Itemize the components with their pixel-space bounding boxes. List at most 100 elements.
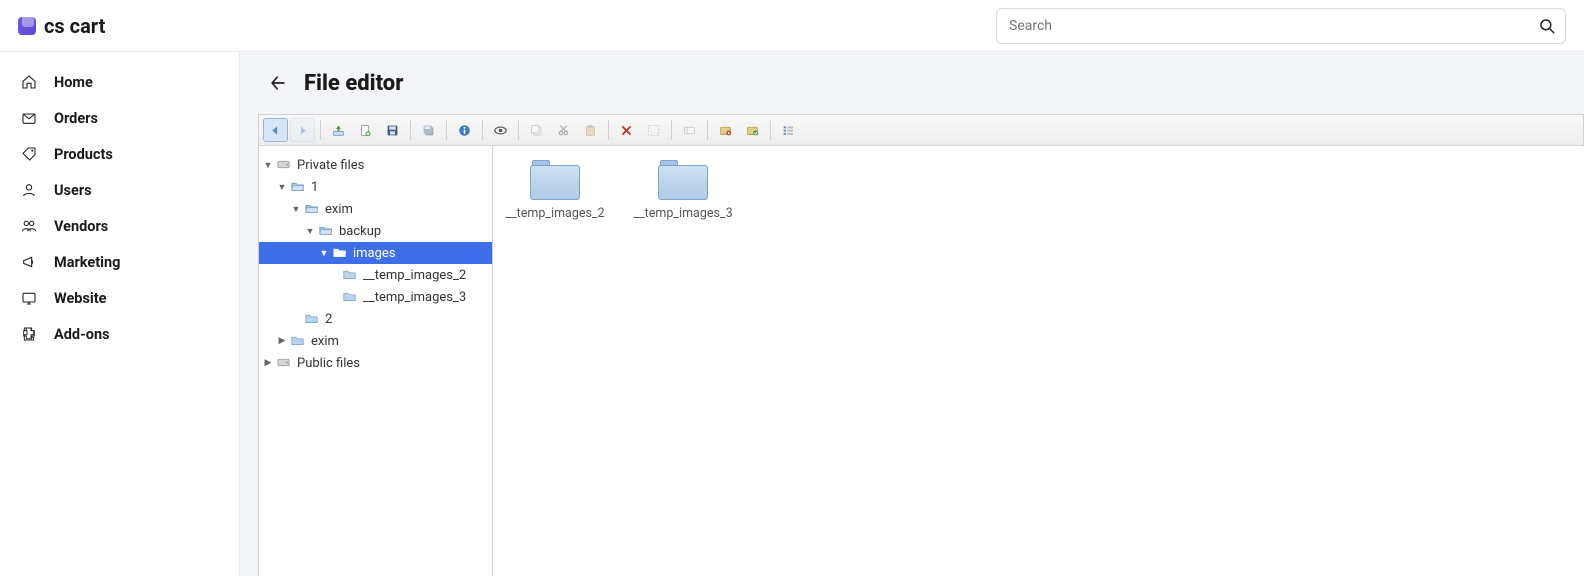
directory-tree[interactable]: ▼ Private files ▼ 1 ▼ exim: [259, 146, 493, 576]
tree-node-exim-2[interactable]: ▶ exim: [259, 330, 492, 352]
toolbar-separator: [410, 120, 411, 140]
folder-icon: [343, 290, 359, 304]
tree-node-backup[interactable]: ▼ backup: [259, 220, 492, 242]
chevron-down-icon[interactable]: ▼: [277, 182, 287, 192]
toolbar-separator: [770, 120, 771, 140]
nav-label: Website: [54, 290, 106, 307]
tree-spacer: [291, 314, 301, 324]
brand-name: cs cart: [44, 14, 105, 38]
global-search: [996, 8, 1566, 44]
tree-label: Private files: [297, 158, 364, 173]
folder-icon: [530, 160, 580, 200]
drive-icon: [277, 356, 293, 370]
folder-open-icon: [305, 202, 321, 216]
permissions-lock-button[interactable]: [713, 118, 738, 142]
tree-node-private-files[interactable]: ▼ Private files: [259, 154, 492, 176]
chevron-right-icon[interactable]: ▶: [263, 358, 273, 368]
tree-label: backup: [339, 224, 381, 239]
nav-products[interactable]: Products: [0, 136, 239, 172]
save-all-button: [416, 118, 441, 142]
tree-label: __temp_images_2: [363, 268, 466, 283]
tree-label: 1: [311, 180, 318, 195]
folder-name: __temp_images_3: [629, 206, 737, 221]
puzzle-icon: [18, 323, 40, 345]
nav-users[interactable]: Users: [0, 172, 239, 208]
upload-button[interactable]: [326, 118, 351, 142]
tree-label: images: [353, 246, 396, 261]
chevron-down-icon[interactable]: ▼: [319, 248, 329, 258]
paste-button: [578, 118, 603, 142]
copy-button: [524, 118, 549, 142]
top-header: cs cart: [0, 0, 1584, 52]
home-icon: [18, 71, 40, 93]
folder-tile[interactable]: __temp_images_2: [501, 154, 609, 221]
nav-orders[interactable]: Orders: [0, 100, 239, 136]
toolbar-separator: [518, 120, 519, 140]
cut-button: [551, 118, 576, 142]
rename-button: [677, 118, 702, 142]
nav-vendors[interactable]: Vendors: [0, 208, 239, 244]
toolbar-separator: [707, 120, 708, 140]
megaphone-icon: [18, 251, 40, 273]
nav-label: Products: [54, 146, 113, 163]
file-editor-panel: ▼ Private files ▼ 1 ▼ exim: [258, 114, 1584, 576]
tree-node-temp-images-3[interactable]: __temp_images_3: [259, 286, 492, 308]
folder-open-icon: [319, 224, 335, 238]
delete-button[interactable]: [614, 118, 639, 142]
tree-node-temp-images-2[interactable]: __temp_images_2: [259, 264, 492, 286]
folder-icon: [658, 160, 708, 200]
tree-node-images[interactable]: ▼ images: [259, 242, 492, 264]
info-button[interactable]: [452, 118, 477, 142]
toolbar-separator: [671, 120, 672, 140]
back-arrow-icon[interactable]: [268, 73, 288, 93]
chevron-down-icon[interactable]: ▼: [263, 160, 273, 170]
folder-open-icon: [291, 180, 307, 194]
select-all-button: [641, 118, 666, 142]
toolbar-separator: [608, 120, 609, 140]
nav-label: Users: [54, 182, 92, 199]
brand-logo[interactable]: cs cart: [18, 14, 105, 38]
nav-label: Home: [54, 74, 93, 91]
tree-label: Public files: [297, 356, 360, 371]
toolbar-separator: [320, 120, 321, 140]
chevron-down-icon[interactable]: ▼: [305, 226, 315, 236]
nav-website[interactable]: Website: [0, 280, 239, 316]
monitor-icon: [18, 287, 40, 309]
user-icon: [18, 179, 40, 201]
chevron-down-icon[interactable]: ▼: [291, 204, 301, 214]
nav-addons[interactable]: Add-ons: [0, 316, 239, 352]
history-forward-button: [290, 118, 315, 142]
nav-label: Orders: [54, 110, 98, 127]
toolbar-separator: [446, 120, 447, 140]
save-button[interactable]: [380, 118, 405, 142]
search-icon[interactable]: [1538, 17, 1556, 35]
main-area: File editor: [240, 52, 1584, 576]
preview-button[interactable]: [488, 118, 513, 142]
drive-icon: [277, 158, 293, 172]
folder-icon: [305, 312, 321, 326]
folder-name: __temp_images_2: [501, 206, 609, 221]
folder-open-icon: [333, 246, 349, 260]
primary-nav: Home Orders Products Users Vendors Marke…: [0, 52, 240, 576]
nav-home[interactable]: Home: [0, 64, 239, 100]
tree-node-public-files[interactable]: ▶ Public files: [259, 352, 492, 374]
nav-marketing[interactable]: Marketing: [0, 244, 239, 280]
view-list-button[interactable]: [776, 118, 801, 142]
brand-logo-icon: [18, 17, 36, 35]
folder-icon: [291, 334, 307, 348]
folder-tile[interactable]: __temp_images_3: [629, 154, 737, 221]
tree-node-1[interactable]: ▼ 1: [259, 176, 492, 198]
new-file-button[interactable]: [353, 118, 378, 142]
tree-label: __temp_images_3: [363, 290, 466, 305]
history-back-button[interactable]: [263, 118, 288, 142]
directory-contents[interactable]: __temp_images_2 __temp_images_3: [493, 146, 1584, 576]
permissions-unlock-button[interactable]: [740, 118, 765, 142]
tree-node-2[interactable]: 2: [259, 308, 492, 330]
page-titlebar: File editor: [240, 52, 1584, 114]
file-editor-body: ▼ Private files ▼ 1 ▼ exim: [258, 146, 1584, 576]
search-input[interactable]: [996, 8, 1566, 44]
file-editor-toolbar: [258, 114, 1584, 146]
chevron-right-icon[interactable]: ▶: [277, 336, 287, 346]
orders-icon: [18, 107, 40, 129]
tree-node-exim[interactable]: ▼ exim: [259, 198, 492, 220]
